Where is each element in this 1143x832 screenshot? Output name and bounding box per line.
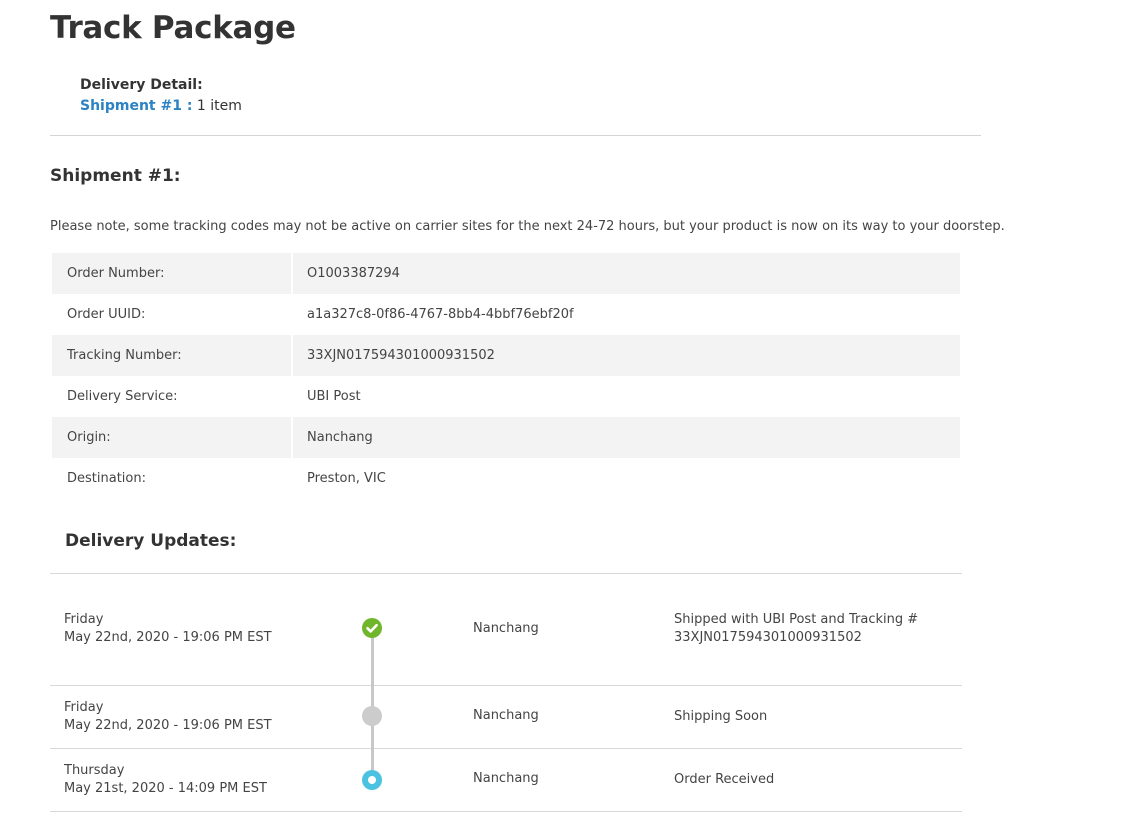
detail-label: Tracking Number: bbox=[52, 335, 293, 376]
update-row: Friday May 22nd, 2020 - 19:06 PM EST Nan… bbox=[50, 686, 962, 749]
update-datetime: May 22nd, 2020 - 19:06 PM EST bbox=[64, 718, 272, 733]
update-datetime: May 22nd, 2020 - 19:06 PM EST bbox=[64, 630, 272, 645]
track-package-page: Track Package Delivery Detail: Shipment … bbox=[0, 0, 1143, 832]
delivery-detail-shipment-line: Shipment #1 : 1 item bbox=[80, 96, 242, 117]
section-divider bbox=[50, 135, 981, 136]
page-title: Track Package bbox=[50, 10, 296, 46]
update-date: Friday May 22nd, 2020 - 19:06 PM EST bbox=[64, 699, 272, 735]
shipment-heading: Shipment #1: bbox=[50, 166, 181, 186]
delivery-detail: Delivery Detail: Shipment #1 : 1 item bbox=[80, 75, 242, 117]
detail-row-origin: Origin: Nanchang bbox=[52, 417, 960, 458]
detail-row-order-number: Order Number: O1003387294 bbox=[52, 253, 960, 294]
delivery-updates-heading: Delivery Updates: bbox=[65, 531, 237, 551]
tracking-note: Please note, some tracking codes may not… bbox=[50, 219, 1005, 234]
update-tracking-number: 33XJN017594301000931502 bbox=[674, 630, 862, 645]
current-dot-center bbox=[368, 776, 376, 784]
delivery-detail-heading: Delivery Detail: bbox=[80, 77, 203, 93]
update-description-line: Shipped with UBI Post and Tracking # bbox=[674, 612, 919, 627]
detail-value: Preston, VIC bbox=[307, 471, 386, 486]
update-datetime: May 21st, 2020 - 14:09 PM EST bbox=[64, 781, 267, 796]
detail-value: UBI Post bbox=[307, 389, 361, 404]
detail-label: Order Number: bbox=[52, 253, 293, 294]
update-location: Nanchang bbox=[473, 771, 539, 786]
current-dot-icon bbox=[362, 770, 382, 790]
pending-dot-icon bbox=[362, 706, 382, 726]
detail-row-tracking-number: Tracking Number: 33XJN017594301000931502 bbox=[52, 335, 960, 376]
shipment-details-table: Order Number: O1003387294 Order UUID: a1… bbox=[52, 253, 960, 499]
detail-value: a1a327c8-0f86-4767-8bb4-4bbf76ebf20f bbox=[307, 307, 574, 322]
detail-value: Nanchang bbox=[293, 417, 960, 458]
update-row: Friday May 22nd, 2020 - 19:06 PM EST Nan… bbox=[50, 574, 962, 686]
detail-label: Delivery Service: bbox=[67, 389, 178, 404]
update-description: Order Received bbox=[674, 772, 775, 787]
shipment-item-count: 1 item bbox=[196, 98, 242, 114]
update-date: Thursday May 21st, 2020 - 14:09 PM EST bbox=[64, 762, 267, 798]
delivery-updates-list: Friday May 22nd, 2020 - 19:06 PM EST Nan… bbox=[50, 573, 962, 812]
update-location: Nanchang bbox=[473, 708, 539, 723]
detail-value: O1003387294 bbox=[293, 253, 960, 294]
shipment-1-link[interactable]: Shipment #1 : bbox=[80, 98, 192, 114]
update-location: Nanchang bbox=[473, 621, 539, 636]
detail-label: Origin: bbox=[52, 417, 293, 458]
update-description: Shipping Soon bbox=[674, 709, 768, 724]
detail-row-destination: Destination: Preston, VIC bbox=[52, 458, 960, 499]
update-description: Shipped with UBI Post and Tracking # 33X… bbox=[674, 611, 918, 647]
update-day: Thursday bbox=[64, 763, 125, 778]
update-date: Friday May 22nd, 2020 - 19:06 PM EST bbox=[64, 611, 272, 647]
timeline-connector bbox=[371, 628, 374, 716]
update-day: Friday bbox=[64, 700, 104, 715]
check-complete-icon bbox=[362, 618, 382, 638]
detail-row-delivery-service: Delivery Service: UBI Post bbox=[52, 376, 960, 417]
detail-value: 33XJN017594301000931502 bbox=[293, 335, 960, 376]
detail-label: Destination: bbox=[67, 471, 146, 486]
update-day: Friday bbox=[64, 612, 104, 627]
detail-row-order-uuid: Order UUID: a1a327c8-0f86-4767-8bb4-4bbf… bbox=[52, 294, 960, 335]
update-row: Thursday May 21st, 2020 - 14:09 PM EST N… bbox=[50, 749, 962, 812]
detail-label: Order UUID: bbox=[67, 307, 146, 322]
